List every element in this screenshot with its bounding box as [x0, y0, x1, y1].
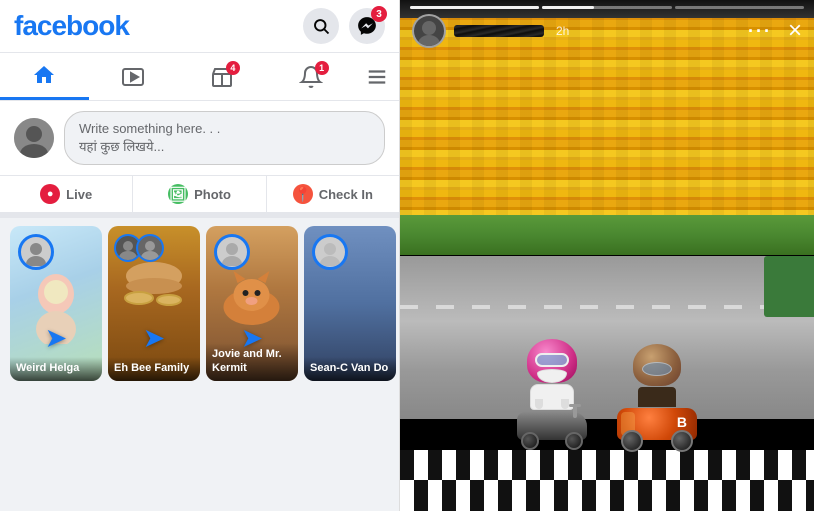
story-label-jovie: Jovie and Mr. Kermit — [206, 343, 298, 382]
post-box: Write something here. . . यहां कुछ लिखये… — [0, 101, 399, 176]
post-placeholder-line1: Write something here. . . — [79, 120, 370, 138]
story-label-seanc: Sean-C Van Do — [304, 357, 396, 381]
tab-watch[interactable] — [89, 55, 178, 99]
kart-character-b: B — [617, 344, 697, 440]
checkered-area — [400, 450, 814, 511]
story-progress-bars — [410, 0, 804, 9]
kart-number-b: B — [677, 414, 687, 430]
nav-tabs: 4 1 — [0, 53, 399, 101]
story-seanc-vando[interactable]: Sean-C Van Do — [304, 226, 396, 381]
panda-character — [517, 339, 587, 440]
tab-home[interactable] — [0, 53, 89, 100]
story-viewer: B — [400, 0, 814, 511]
story-close-button[interactable]: × — [788, 19, 802, 43]
stories-section: ➤ Weird Helga — [0, 218, 399, 511]
story-label-weird-helga: Weird Helga — [10, 357, 102, 381]
post-placeholder-line2: यहां कुछ लिखये... — [79, 138, 370, 156]
story-controls: ··· × — [748, 19, 802, 43]
story-weird-helga[interactable]: ➤ Weird Helga — [10, 226, 102, 381]
checkin-button[interactable]: 📍 Check In — [267, 176, 399, 212]
photo-button[interactable]: 🖼 Photo — [133, 176, 266, 212]
story-jovie-kermit[interactable]: ➤ Jovie and Mr. Kermit — [206, 226, 298, 381]
story-username-blurred — [454, 25, 544, 37]
search-button[interactable] — [303, 8, 339, 44]
checkin-icon: 📍 — [293, 184, 313, 204]
story-poster-avatar — [412, 14, 446, 48]
kart-scene: B — [400, 339, 814, 450]
post-input-field[interactable]: Write something here. . . यहां कुछ लिखये… — [64, 111, 385, 165]
facebook-left-panel: facebook 3 — [0, 0, 400, 511]
progress-bar-1 — [410, 6, 539, 9]
progress-bar-2 — [542, 6, 671, 9]
progress-bar-3 — [675, 6, 804, 9]
story-label-eh-bee: Eh Bee Family — [108, 357, 200, 381]
story-eh-bee-family[interactable]: ➤ Eh Bee Family — [108, 226, 200, 381]
header-icons: 3 — [303, 8, 385, 44]
story-time: 2h — [556, 24, 569, 38]
checkin-label: Check In — [319, 187, 373, 202]
post-action-buttons: ● Live 🖼 Photo 📍 Check In — [0, 176, 399, 218]
grass-strip — [400, 215, 814, 256]
messenger-button[interactable]: 3 — [349, 8, 385, 44]
messenger-badge: 3 — [371, 6, 387, 22]
marketplace-badge: 4 — [226, 61, 240, 75]
green-barrier — [764, 256, 814, 317]
tab-notifications[interactable]: 1 — [266, 55, 355, 99]
live-button[interactable]: ● Live — [0, 176, 133, 212]
story-more-button[interactable]: ··· — [748, 21, 772, 42]
live-label: Live — [66, 187, 92, 202]
photo-label: Photo — [194, 187, 231, 202]
menu-button[interactable] — [355, 56, 399, 98]
user-avatar — [14, 118, 54, 158]
tab-marketplace[interactable]: 4 — [178, 55, 267, 99]
app-logo: facebook — [14, 10, 129, 42]
app-header: facebook 3 — [0, 0, 399, 53]
photo-icon: 🖼 — [168, 184, 188, 204]
notifications-badge: 1 — [315, 61, 329, 75]
story-header: 2h ··· × — [400, 14, 814, 48]
live-icon: ● — [40, 184, 60, 204]
